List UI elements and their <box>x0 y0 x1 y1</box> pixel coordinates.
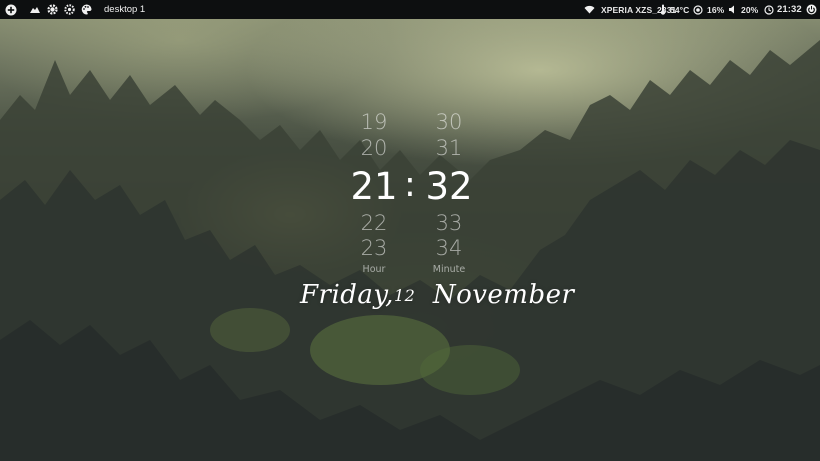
minute-next-1: 33 <box>435 211 463 235</box>
bar-time[interactable]: 21:32 <box>777 0 802 19</box>
thermometer-icon <box>660 0 666 19</box>
hour-prev-1: 20 <box>360 136 388 160</box>
minute-prev-2: 30 <box>435 110 463 134</box>
hour-current: 21 <box>350 165 398 208</box>
forest-silhouette <box>0 40 820 461</box>
hour-prev-2: 19 <box>360 110 388 134</box>
hour-next-2: 23 <box>360 236 388 260</box>
minute-prev-1: 31 <box>435 136 463 160</box>
cpu-value: 16% <box>707 4 725 15</box>
settings-icon[interactable] <box>47 0 58 19</box>
minute-label: Minute <box>432 264 466 275</box>
clock-icon <box>764 0 774 19</box>
date-day: 12 <box>393 286 416 305</box>
workspace-label[interactable]: desktop 1 <box>104 0 145 19</box>
plus-circle-icon[interactable] <box>5 0 17 19</box>
cloud-icon[interactable] <box>29 0 41 19</box>
top-panel: desktop 1 XPERIA XZS_2331 54°C 16% 20% 2… <box>0 0 820 19</box>
date-display: Friday,12 November <box>300 280 574 310</box>
desktop-wallpaper <box>0 0 820 461</box>
minute-column: 30 31 32 33 34 Minute <box>414 108 484 278</box>
volume-icon[interactable] <box>728 0 737 19</box>
hour-column: 19 20 21 22 23 Hour <box>339 108 409 278</box>
minute-current: 32 <box>425 165 473 208</box>
minute-next-2: 34 <box>435 236 463 260</box>
date-month: November <box>432 280 575 310</box>
cpu-icon <box>693 0 703 19</box>
power-icon[interactable] <box>806 0 817 19</box>
hour-next-1: 22 <box>360 211 388 235</box>
temperature-value: 54°C <box>670 4 690 15</box>
gear-icon[interactable] <box>64 0 75 19</box>
wifi-icon[interactable] <box>584 0 595 19</box>
hour-label: Hour <box>362 264 386 275</box>
volume-value: 20% <box>741 4 759 15</box>
date-weekday: Friday, <box>300 280 394 310</box>
palette-icon[interactable] <box>81 0 92 19</box>
